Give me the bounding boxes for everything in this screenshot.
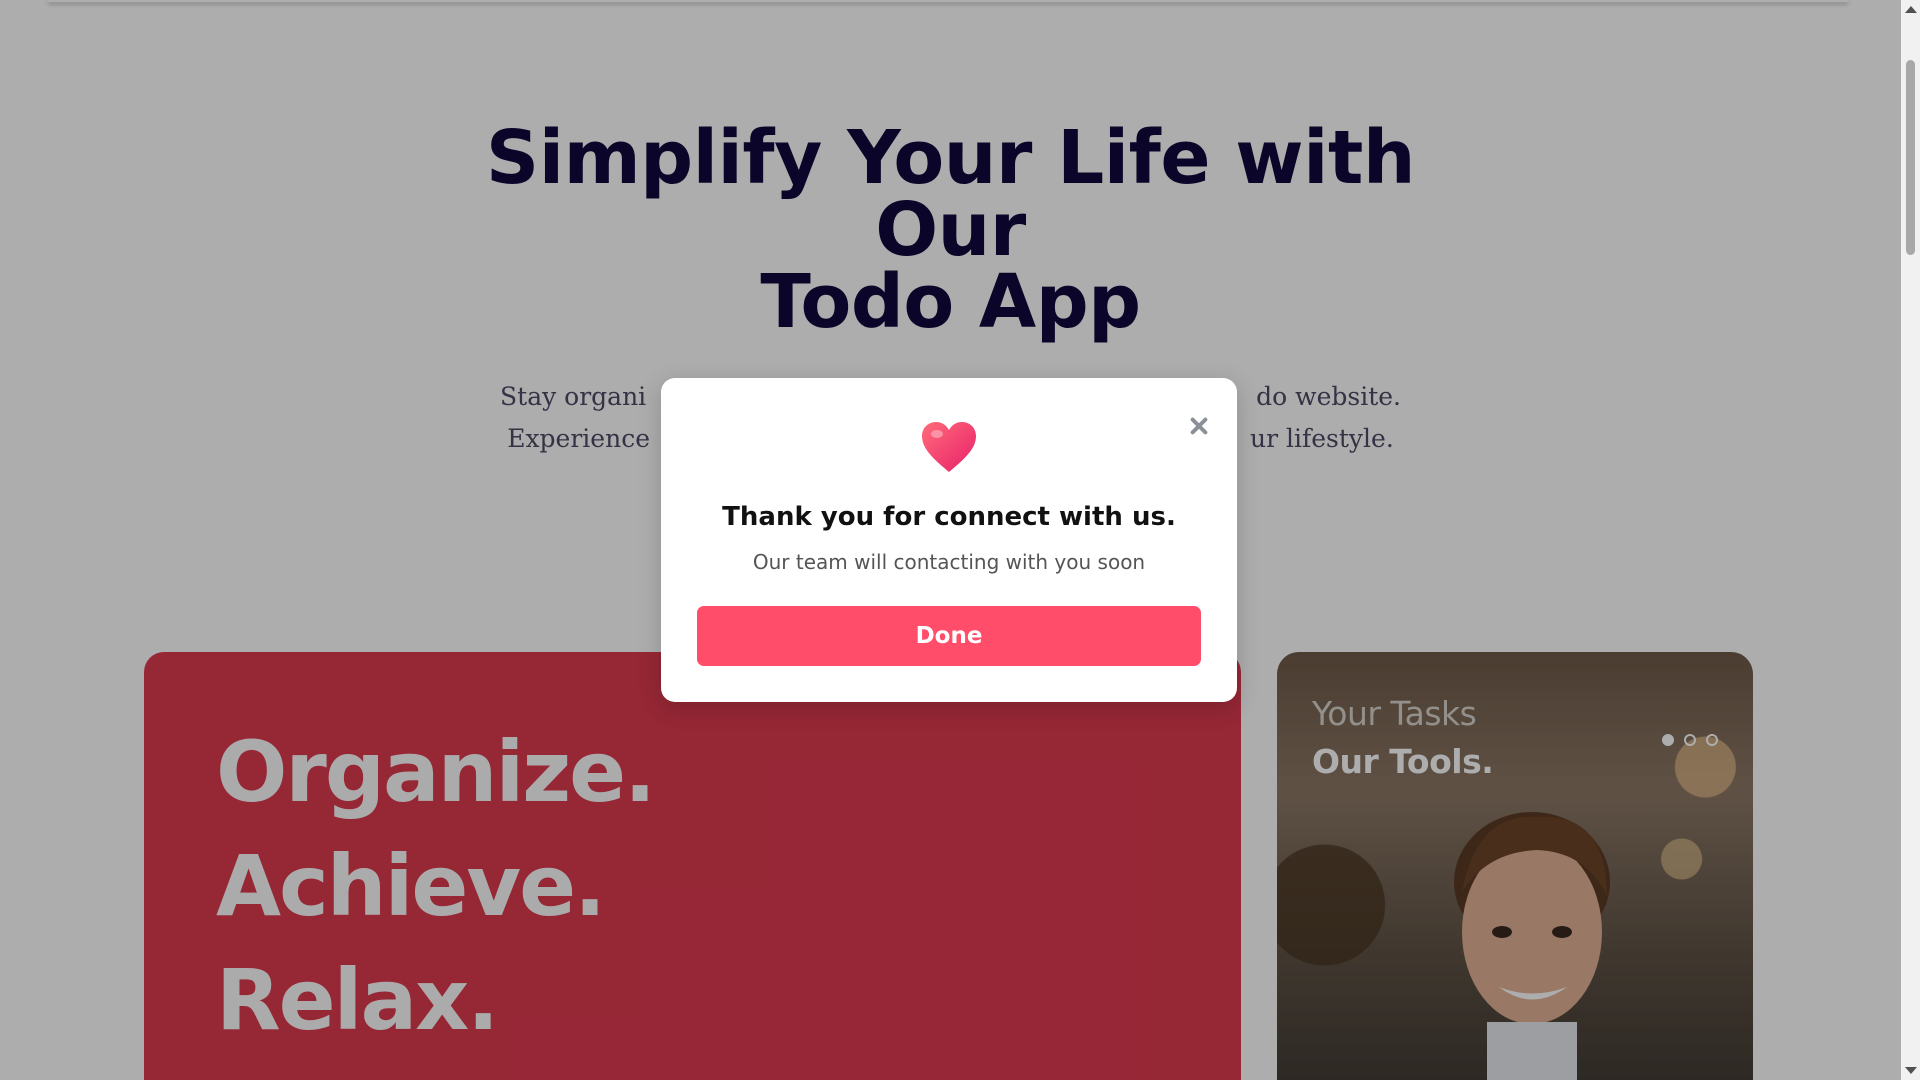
done-button[interactable]: Done [697,606,1201,666]
modal-message: Our team will contacting with you soon [752,550,1146,574]
scroll-down-arrow-icon[interactable] [1905,1067,1917,1074]
modal-title: Thank you for connect with us. [722,502,1176,532]
close-icon[interactable] [1187,414,1211,438]
thank-you-modal: Thank you for connect with us. Our team … [661,378,1237,702]
scrollbar-thumb[interactable] [1906,60,1915,255]
scroll-up-arrow-icon[interactable] [1905,6,1917,13]
page-scrollbar[interactable] [1901,0,1920,1080]
heart-icon [922,422,976,472]
